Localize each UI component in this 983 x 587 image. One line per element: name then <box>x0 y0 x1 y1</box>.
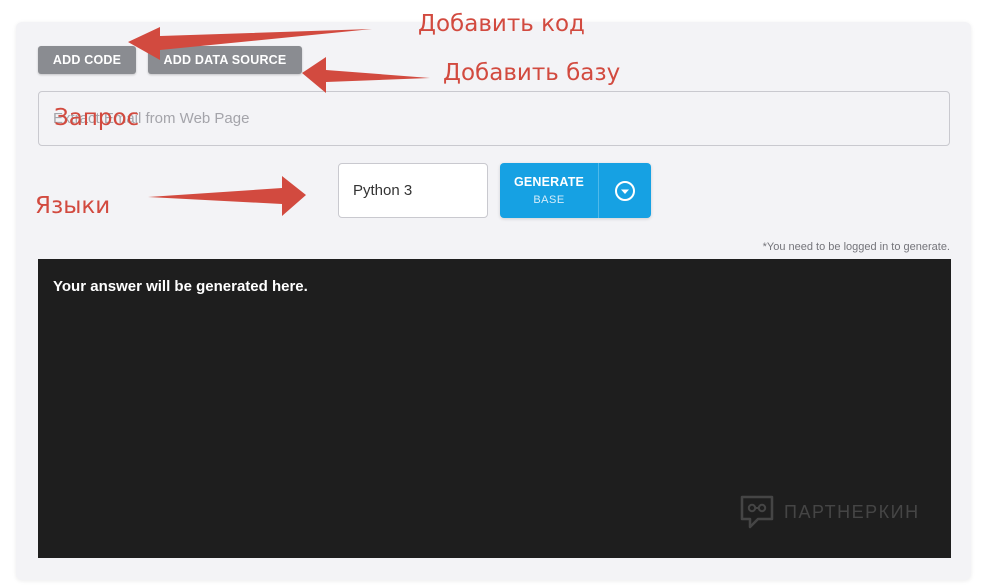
login-note: *You need to be logged in to generate. <box>762 241 950 253</box>
generate-button-group: GENERATE BASE <box>500 163 651 218</box>
output-placeholder-text: Your answer will be generated here. <box>53 278 308 295</box>
generate-label: GENERATE <box>513 175 585 189</box>
add-data-source-button[interactable]: ADD DATA SOURCE <box>148 46 302 74</box>
language-select-value: Python 3 <box>353 182 413 199</box>
output-panel: Your answer will be generated here. ПАРТ… <box>38 259 951 558</box>
add-code-button[interactable]: ADD CODE <box>38 46 136 74</box>
partnerkin-logo-icon <box>740 495 774 529</box>
query-input[interactable] <box>38 91 950 146</box>
chevron-circle-down-icon <box>615 180 635 201</box>
generate-button[interactable]: GENERATE BASE <box>500 163 598 218</box>
language-select[interactable]: Python 3 <box>338 163 488 218</box>
watermark-text: ПАРТНЕРКИН <box>784 501 920 522</box>
generate-mode-dropdown[interactable] <box>599 163 651 218</box>
generate-mode-label: BASE <box>533 194 565 206</box>
watermark: ПАРТНЕРКИН <box>738 493 920 531</box>
